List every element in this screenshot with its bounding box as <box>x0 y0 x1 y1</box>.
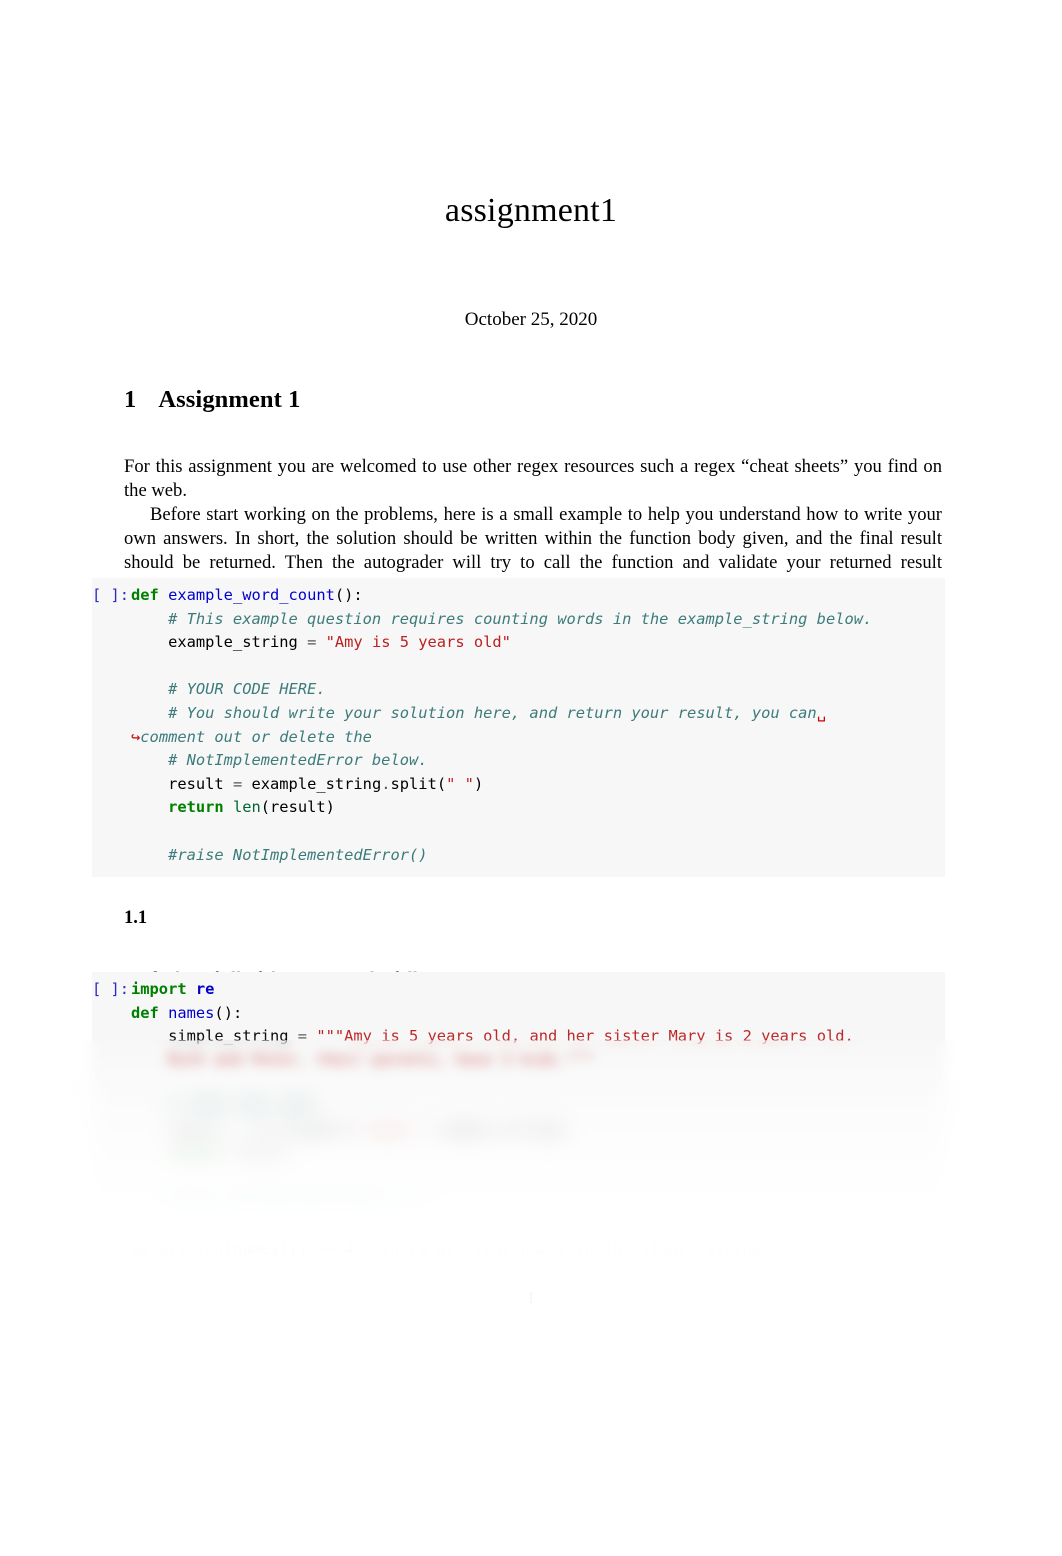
code-token: ( <box>436 774 447 793</box>
code-token: len <box>195 1239 224 1258</box>
document-date: October 25, 2020 <box>464 309 598 330</box>
code-token: " " <box>446 774 474 793</box>
code-token: # YOUR CODE HERE. <box>131 680 326 699</box>
code-token: (): <box>334 586 363 604</box>
code-token: , simple_string) <box>418 1121 567 1140</box>
code-line: #raise NotImplementedError() <box>92 1190 945 1214</box>
code-line: return len(result) <box>92 796 945 820</box>
code-cell[interactable]: [ ]: def example_word_count(): # This exa… <box>92 578 945 878</box>
code-token: import <box>131 980 196 998</box>
code-token: len <box>232 798 261 817</box>
code-token: re <box>251 1121 271 1140</box>
code-cell[interactable]: [ ]: import re def names(): simple_string … <box>92 972 945 1258</box>
code-token: # This example question requires countin… <box>131 609 873 628</box>
code-token: = <box>307 633 326 652</box>
code-token: (names()) <box>223 1239 317 1258</box>
document-title: assignment1 <box>444 192 618 229</box>
code-token: ␣ <box>816 703 826 722</box>
code-token: "regex" <box>353 1121 419 1140</box>
paragraph-intro: For this assignment you are welcomed to … <box>124 455 942 501</box>
code-token: findall <box>279 1121 345 1140</box>
code-token: result <box>232 1145 289 1164</box>
code-token: # NotImplementedError below. <box>131 751 428 770</box>
code-token: example_string <box>251 774 382 793</box>
code-line: result = re.findall("regex", simple_stri… <box>92 1120 945 1144</box>
code-token: re <box>195 980 215 998</box>
subsection-number: 1.1 <box>124 908 148 928</box>
code-line: return result <box>92 1143 945 1167</box>
code-token: example_word_count <box>168 586 335 604</box>
section-title: Assignment 1 <box>158 386 301 413</box>
code-token: result <box>131 774 233 793</box>
code-token: . <box>381 774 391 793</box>
page-number: 1 <box>0 1288 1062 1308</box>
code-token: (result) <box>260 798 335 817</box>
code-token: ) <box>473 774 484 793</box>
cell-prompt[interactable]: [ ]: <box>92 978 131 1002</box>
code-line: #raise NotImplementedError() <box>92 844 945 868</box>
code-line: # YOUR CODE HERE. <box>92 678 945 702</box>
code-token: #raise NotImplementedError() <box>168 1192 428 1211</box>
code-token: simple_string <box>131 1027 298 1046</box>
code-token: example_string <box>131 633 308 652</box>
code-line: ↪comment out or delete the <box>92 726 945 750</box>
code-line: Ruth and Peter, their parents, have 3 ki… <box>92 1049 945 1073</box>
code-line: example_string = "Amy is 5 years old" <box>92 631 945 655</box>
code-token: comment out or delete the <box>140 727 372 746</box>
code-token: assert <box>131 1239 196 1258</box>
code-token: return <box>168 1145 233 1164</box>
code-token: "There are four names in the simple_stri… <box>372 1239 771 1258</box>
code-line: # NotImplementedError below. <box>92 749 945 773</box>
code-token: = <box>232 1121 252 1140</box>
code-line: simple_string = """Amy is 5 years old, a… <box>92 1025 945 1049</box>
code-token: == <box>316 1239 345 1258</box>
code-token: . <box>270 1121 280 1140</box>
code-line: assert len(names()) == 4, "There are fou… <box>92 1238 945 1262</box>
code-line: [ ]: import re <box>92 978 945 1002</box>
code-line: # This example question requires countin… <box>92 608 945 632</box>
code-token: ↪ <box>131 727 141 746</box>
code-line: [ ]: def example_word_count(): <box>92 584 945 608</box>
code-token: , <box>353 1239 372 1258</box>
code-token: "Amy is 5 years old" <box>325 633 511 652</box>
code-line: # YOUR CODE HERE <box>92 1096 945 1120</box>
code-token: return <box>168 798 233 817</box>
code-line: def names(): <box>92 1002 945 1026</box>
code-token: # You should write your solution here, a… <box>131 703 817 722</box>
section-number: 1 <box>124 386 137 413</box>
code-token: = <box>232 774 252 793</box>
code-token: """Amy is 5 years old, and her sister Ma… <box>316 1027 854 1046</box>
code-line: result = example_string.split(" ") <box>92 773 945 797</box>
cell-prompt[interactable]: [ ]: <box>92 584 131 608</box>
section-heading: 1 Assignment 1 <box>124 386 300 414</box>
code-token: (): <box>214 1003 243 1022</box>
code-token: def <box>131 586 169 604</box>
code-token: #raise NotImplementedError() <box>131 845 428 864</box>
document-page: assignment1 October 25, 2020 1 Assignment… <box>0 0 1062 1556</box>
code-token: # YOUR CODE HERE <box>131 1097 317 1116</box>
code-token: split <box>390 774 437 793</box>
code-token: def <box>131 1003 169 1022</box>
code-token: names <box>168 1003 215 1022</box>
code-line: # You should write your solution here, a… <box>92 702 945 726</box>
code-token: result <box>131 1121 233 1140</box>
subsection-heading: 1.1 <box>124 908 147 929</box>
code-token: Ruth and Peter, their parents, have 3 ki… <box>131 1050 595 1069</box>
code-token: = <box>297 1027 317 1046</box>
